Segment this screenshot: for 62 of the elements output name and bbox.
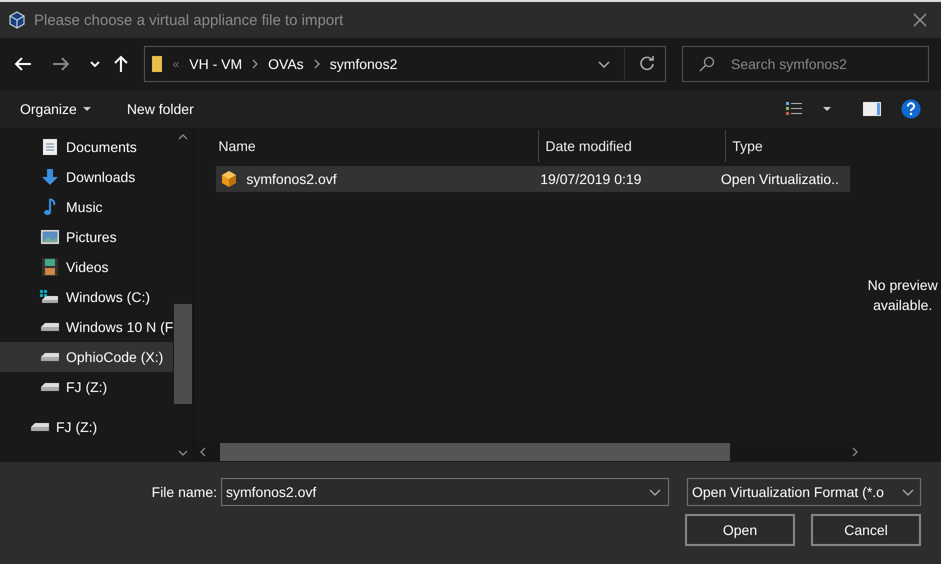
sidebar-item[interactable]: Documents [0, 132, 174, 162]
caret-down-icon[interactable] [823, 107, 831, 111]
window-title: Please choose a virtual appliance file to import [34, 12, 344, 28]
breadcrumb[interactable]: symfonos2 [330, 56, 398, 72]
chevron-left-icon[interactable] [200, 447, 206, 457]
windows-drive-icon [40, 290, 60, 304]
close-icon[interactable] [913, 13, 927, 27]
new-folder-button[interactable]: New folder [118, 97, 202, 121]
file-type-dropdown[interactable]: Open Virtualization Format (*.o [687, 478, 921, 506]
column-header[interactable]: Date modified [539, 130, 726, 162]
refresh-icon[interactable] [639, 56, 655, 72]
sidebar-item[interactable]: Windows (C:) [0, 282, 174, 312]
file-name: symfonos2.ovf [246, 171, 337, 187]
address-bar[interactable]: « VH - VM OVAs symfonos2 [144, 46, 666, 82]
folder-icon [150, 55, 163, 73]
search-icon [699, 56, 715, 72]
breadcrumb-overflow[interactable]: « [172, 57, 180, 71]
search-field[interactable]: Search symfonos2 [682, 46, 929, 82]
date-cell: 19/07/2019 0:19 [540, 171, 642, 187]
type-cell: Open Virtualizatio.. [720, 171, 839, 187]
chevron-down-icon [902, 488, 914, 496]
sidebar-item[interactable]: Videos [0, 252, 174, 282]
drive-icon [30, 422, 50, 432]
drive-icon [40, 352, 60, 362]
landscape-picture-icon [40, 230, 60, 244]
back-arrow-icon[interactable] [14, 57, 32, 71]
drive-icon [40, 382, 60, 392]
view-list-icon[interactable] [785, 101, 803, 117]
drive-icon [40, 322, 60, 332]
open-button[interactable]: Open [685, 514, 795, 546]
file-row[interactable]: symfonos2.ovf 19/07/2019 0:19 Open Virtualizatio.. [216, 166, 850, 192]
cancel-button[interactable]: Cancel [811, 514, 921, 546]
chevron-right-icon [252, 59, 258, 69]
chevron-right-icon[interactable] [852, 447, 858, 457]
chevron-down-icon[interactable] [649, 489, 661, 496]
organize-button[interactable]: Organize [12, 97, 99, 121]
film-strip-icon [40, 258, 60, 276]
column-header[interactable]: Name [212, 130, 540, 162]
chevron-right-icon [314, 59, 320, 69]
down-arrow-icon [40, 168, 60, 186]
document-icon [40, 138, 60, 156]
sidebar-item[interactable]: Windows 10 N (F [0, 312, 174, 342]
sidebar-item[interactable]: FJ (Z:) [0, 412, 174, 442]
help-icon[interactable] [901, 99, 921, 119]
caret-down-icon [82, 107, 91, 111]
preview-message: No preview available. [866, 276, 939, 315]
chevron-up-icon[interactable] [178, 134, 188, 140]
column-header[interactable]: Type [726, 130, 864, 162]
breadcrumb[interactable]: OVAs [268, 56, 304, 72]
sidebar-item[interactable]: OphioCode (X:) [0, 342, 174, 372]
file-name-field[interactable]: symfonos2.ovf [221, 478, 669, 506]
chevron-down-icon[interactable] [598, 60, 610, 68]
forward-arrow-icon[interactable] [52, 57, 70, 71]
sidebar-item[interactable]: Pictures [0, 222, 174, 252]
cube-icon [220, 170, 238, 188]
sidebar-item[interactable]: FJ (Z:) [0, 372, 174, 402]
sidebar-item[interactable]: Downloads [0, 162, 174, 192]
up-arrow-icon[interactable] [114, 55, 128, 73]
cube-logo-icon [8, 11, 26, 29]
file-name-label: File name: [152, 484, 217, 500]
breadcrumb[interactable]: VH - VM [189, 56, 242, 72]
sidebar-item[interactable]: Music [0, 192, 174, 222]
